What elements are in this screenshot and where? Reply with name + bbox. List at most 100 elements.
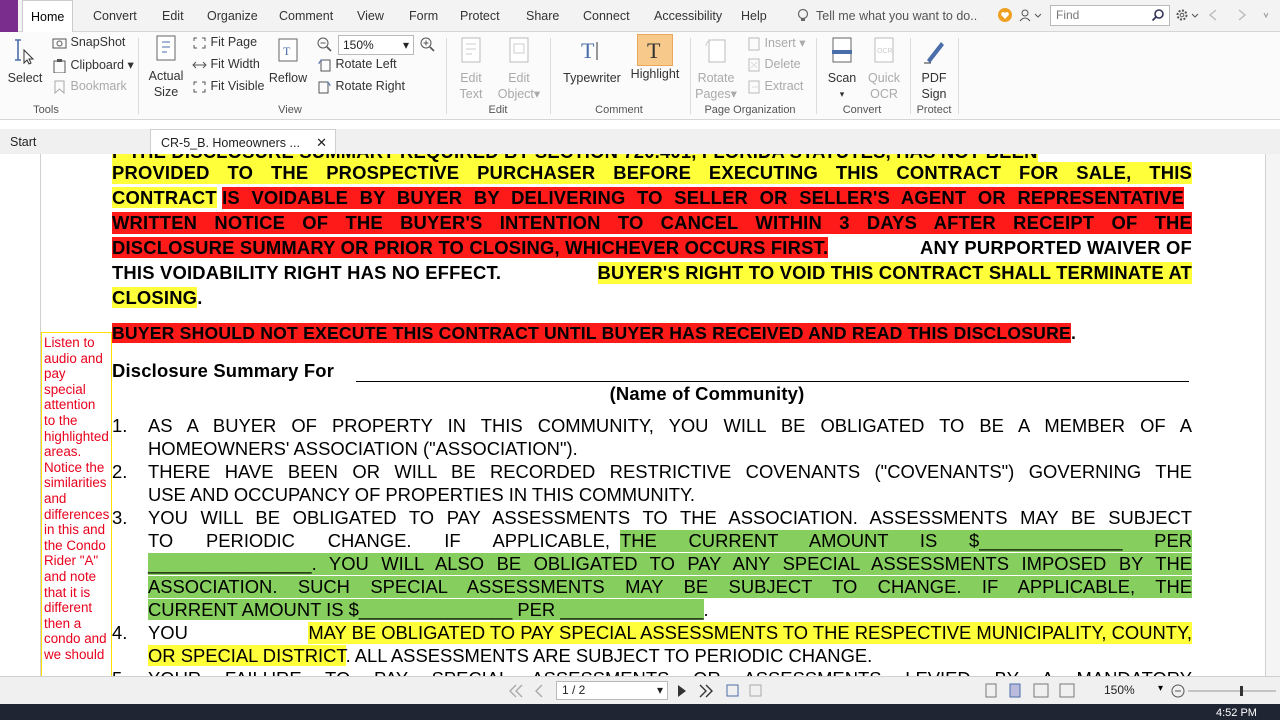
ribbon-separator: [690, 38, 691, 114]
edit-object-icon: [509, 37, 529, 63]
typewriter-button[interactable]: T Typewriter: [560, 36, 624, 86]
quick-ocr-label-1: Quick: [868, 71, 900, 85]
svg-text:T: T: [283, 44, 291, 58]
list-item-3-line-5: CURRENT AMOUNT IS $_______________ PER _…: [148, 599, 709, 621]
extract-button[interactable]: Extract: [747, 79, 803, 94]
rotate-left-label: Rotate Left: [335, 57, 397, 71]
delete-page-icon: [748, 58, 760, 72]
zoom-select[interactable]: 150% ▾: [338, 35, 414, 55]
user-icon[interactable]: [1018, 8, 1042, 22]
menu-tab-accessibility[interactable]: Accessibility: [646, 0, 730, 32]
scan-button[interactable]: Scan ▾: [822, 36, 862, 102]
heart-icon[interactable]: [998, 8, 1012, 22]
edit-object-button[interactable]: Edit Object▾: [494, 36, 544, 102]
doc-line: WRITTEN NOTICE OF THE BUYER'S INTENTION …: [112, 212, 1192, 234]
doc-line: CLOSING.: [112, 287, 1192, 309]
doc-text: ANY PURPORTED WAIVER OF: [920, 237, 1192, 258]
side-note-comment[interactable]: Listen to audio and pay special attentio…: [41, 332, 112, 676]
menu-tab-comment[interactable]: Comment: [271, 0, 341, 32]
edit-object-label-1: Edit: [508, 71, 530, 85]
list-number: 1.: [112, 415, 128, 436]
list-item-4-line-2: OR SPECIAL DISTRICT. ALL ASSESSMENTS ARE…: [148, 645, 872, 667]
first-prev-page-icon[interactable]: [508, 683, 548, 699]
doc-line: PROVIDED TO THE PROSPECTIVE PURCHASER BE…: [112, 162, 1192, 184]
menu-tab-view[interactable]: View: [349, 0, 392, 32]
highlight-label: Highlight: [630, 67, 680, 81]
fit-visible-icon: [193, 81, 206, 93]
document-viewport[interactable]: F THE DISCLOSURE SUMMARY REQUIRED BY SEC…: [0, 154, 1280, 676]
quick-ocr-button[interactable]: OCR Quick OCR: [864, 36, 904, 102]
pdf-sign-button[interactable]: PDF Sign: [914, 36, 954, 102]
page-layout-icons[interactable]: [984, 683, 1080, 699]
highlight-button[interactable]: T Highlight: [630, 34, 680, 82]
fit-page-button[interactable]: Fit Page: [192, 35, 257, 50]
pen-sign-icon: [924, 42, 944, 64]
status-zoom-value[interactable]: 150%: [1104, 683, 1135, 697]
doc-text: THERE HAVE BEEN OR WILL BE RECORDED REST…: [148, 461, 1192, 482]
ribbon-separator: [550, 38, 551, 114]
nav-arrows-icon[interactable]: [1206, 8, 1276, 22]
close-icon[interactable]: ✕: [316, 130, 327, 156]
list-item-3-line-1: YOU WILL BE OBLIGATED TO PAY ASSESSMENTS…: [148, 507, 1192, 529]
menu-tab-connect[interactable]: Connect: [575, 0, 638, 32]
ribbon-separator: [446, 38, 447, 114]
edit-text-button[interactable]: Edit Text: [452, 36, 490, 102]
next-last-page-icon[interactable]: [676, 683, 716, 699]
select-label: Select: [7, 71, 43, 85]
actual-size-label-2: Size: [153, 85, 179, 99]
insert-button[interactable]: Insert ▾: [747, 35, 806, 51]
clipboard-button[interactable]: Clipboard ▾: [52, 57, 134, 73]
rotate-pages-label-2: Pages: [695, 87, 731, 101]
find-input[interactable]: Find: [1050, 5, 1170, 26]
quick-ocr-icon: OCR: [874, 37, 894, 63]
menu-tab-home[interactable]: Home: [22, 0, 74, 33]
doc-line: CONTRACT IS VOIDABLE BY BUYER BY DELIVER…: [112, 187, 1192, 209]
doc-text-green-highlight: CURRENT AMOUNT IS $_______________ PER _…: [148, 599, 704, 620]
doc-text: YOU: [148, 622, 188, 643]
menu-tab-help[interactable]: Help: [733, 0, 775, 32]
ribbon-separator: [910, 38, 911, 114]
page-number: 1 / 2: [562, 683, 586, 697]
menu-tab-share[interactable]: Share: [518, 0, 567, 32]
delete-button[interactable]: Delete: [747, 57, 801, 72]
doc-text-red-highlight: BUYER SHOULD NOT EXECUTE THIS CONTRACT U…: [112, 323, 1071, 343]
tab-document[interactable]: CR-5_B. Homeowners ... ✕: [150, 129, 336, 155]
gear-icon[interactable]: [1175, 8, 1201, 22]
tell-me-box[interactable]: Tell me what you want to do..: [796, 8, 977, 23]
scan-icon: [832, 37, 852, 63]
doc-text-green-highlight: ASSOCIATION. SUCH SPECIAL ASSESSMENTS MA…: [148, 576, 1192, 598]
page-number-input[interactable]: 1 / 2 ▾: [556, 681, 668, 700]
vertical-scrollbar[interactable]: [1266, 154, 1280, 676]
menu-tab-organize[interactable]: Organize: [199, 0, 266, 32]
rotate-right-button[interactable]: Rotate Right: [317, 79, 405, 94]
snapshot-button[interactable]: SnapShot: [52, 35, 125, 50]
taskbar-clock[interactable]: 4:52 PM: [1216, 707, 1257, 719]
reflow-button[interactable]: T Reflow: [268, 36, 308, 86]
edit-text-label-2: Text: [459, 87, 483, 101]
view-group-label: View: [278, 104, 302, 116]
menu-tab-convert[interactable]: Convert: [85, 0, 145, 32]
select-tool-button[interactable]: Select: [6, 36, 44, 86]
rotate-left-button[interactable]: Rotate Left: [317, 57, 397, 72]
rotate-right-label: Rotate Right: [335, 79, 405, 93]
zoom-out-icon[interactable]: [316, 36, 332, 52]
menu-tab-protect[interactable]: Protect: [452, 0, 508, 32]
clipboard-icon: [53, 58, 66, 73]
fit-visible-button[interactable]: Fit Visible: [192, 79, 264, 94]
bookmark-button[interactable]: Bookmark: [52, 79, 127, 94]
app-stripe: [0, 0, 18, 32]
zoom-slider[interactable]: [1170, 683, 1278, 699]
list-item-4-line-1: YOU MAY BE OBLIGATED TO PAY SPECIAL ASSE…: [148, 622, 1192, 644]
actual-size-button[interactable]: Actual Size: [144, 34, 188, 100]
menu-tab-edit[interactable]: Edit: [154, 0, 192, 32]
fit-width-button[interactable]: Fit Width: [192, 57, 260, 72]
search-icon[interactable]: [1151, 8, 1165, 22]
tab-start[interactable]: Start: [0, 129, 46, 155]
status-bar: 1 / 2 ▾ 150% ▾: [0, 676, 1280, 704]
menu-tab-form[interactable]: Form: [401, 0, 446, 32]
zoom-in-icon[interactable]: [419, 36, 435, 52]
protect-group-label: Protect: [916, 104, 952, 116]
rotate-pages-label-1: Rotate: [697, 71, 735, 85]
rotate-pages-button[interactable]: Rotate Pages▾: [694, 36, 738, 102]
view-options-icon[interactable]: [726, 683, 766, 699]
